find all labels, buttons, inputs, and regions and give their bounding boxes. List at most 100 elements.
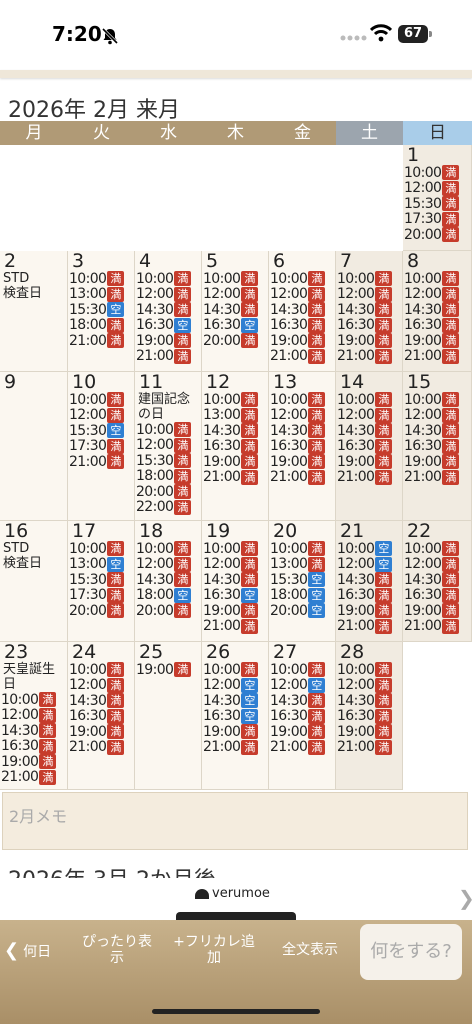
time-slot[interactable]: 16:30 空 [135, 317, 201, 333]
time-slot[interactable]: 10:00 満 [403, 165, 471, 181]
time-slot[interactable]: 16:30 満 [269, 317, 335, 333]
time-slot[interactable]: 12:00 満 [202, 286, 268, 302]
time-slot[interactable]: 21:00 満 [336, 469, 402, 485]
time-slot[interactable]: 20:00 満 [403, 227, 471, 243]
time-slot[interactable]: 10:00 満 [135, 541, 201, 557]
time-slot[interactable]: 19:00 満 [403, 603, 471, 619]
time-slot[interactable]: 21:00 満 [336, 739, 402, 755]
time-slot[interactable]: 12:00 満 [336, 407, 402, 423]
time-slot[interactable]: 16:30 空 [202, 587, 268, 603]
time-slot[interactable]: 10:00 満 [68, 662, 134, 678]
time-slot[interactable]: 16:30 空 [202, 317, 268, 333]
time-slot[interactable]: 22:00 満 [135, 499, 201, 515]
time-slot[interactable]: 21:00 満 [269, 348, 335, 364]
day-cell[interactable]: 10 10:00 満 12:00 満 15:30 空 17:30 満 21:00 満 [68, 372, 135, 521]
day-cell[interactable]: 2 STD 検査日 [0, 251, 68, 372]
time-slot[interactable]: 19:00 満 [202, 603, 268, 619]
time-slot[interactable]: 14:30 満 [403, 572, 471, 588]
time-slot[interactable]: 21:00 満 [336, 618, 402, 634]
time-slot[interactable]: 12:00 満 [269, 407, 335, 423]
time-slot[interactable]: 15:30 空 [68, 302, 134, 318]
time-slot[interactable]: 15:30 満 [135, 453, 201, 469]
time-slot[interactable]: 12:00 満 [403, 286, 471, 302]
time-slot[interactable]: 10:00 満 [269, 662, 335, 678]
time-slot[interactable]: 14:30 満 [403, 423, 471, 439]
chevron-right-icon[interactable]: ❯ [458, 886, 472, 910]
time-slot[interactable]: 12:00 空 [202, 677, 268, 693]
time-slot[interactable]: 12:00 満 [0, 707, 67, 723]
time-slot[interactable]: 20:00 満 [202, 333, 268, 349]
time-slot[interactable]: 10:00 満 [68, 541, 134, 557]
time-slot[interactable]: 20:00 満 [68, 603, 134, 619]
day-cell[interactable]: 15 10:00 満 12:00 満 14:30 満 16:30 満 19:00 満 21:00 満 [403, 372, 472, 521]
time-slot[interactable]: 14:30 空 [202, 693, 268, 709]
day-cell[interactable]: 5 10:00 満 12:00 満 14:30 満 16:30 空 20:00 満 [202, 251, 269, 372]
time-slot[interactable]: 10:00 満 [202, 392, 268, 408]
time-slot[interactable]: 14:30 満 [68, 693, 134, 709]
time-slot[interactable]: 12:00 満 [336, 677, 402, 693]
day-cell[interactable]: 27 10:00 満 12:00 空 14:30 満 16:30 満 19:00 満 21:00 満 [269, 642, 336, 790]
day-cell[interactable]: 26 10:00 満 12:00 空 14:30 空 16:30 空 19:00 満 21:00 満 [202, 642, 269, 790]
time-slot[interactable]: 16:30 満 [336, 587, 402, 603]
time-slot[interactable]: 16:30 満 [336, 708, 402, 724]
day-cell[interactable]: 12 10:00 満 13:00 満 14:30 満 16:30 満 19:00 満 21:00 満 [202, 372, 269, 521]
time-slot[interactable]: 14:30 満 [269, 423, 335, 439]
time-slot[interactable]: 15:30 空 [269, 572, 335, 588]
time-slot[interactable]: 15:30 満 [68, 572, 134, 588]
time-slot[interactable]: 18:00 満 [135, 468, 201, 484]
time-slot[interactable]: 19:00 満 [336, 454, 402, 470]
time-slot[interactable]: 19:00 満 [202, 454, 268, 470]
time-slot[interactable]: 19:00 満 [336, 603, 402, 619]
time-slot[interactable]: 21:00 満 [135, 348, 201, 364]
time-slot[interactable]: 19:00 満 [403, 454, 471, 470]
time-slot[interactable]: 19:00 満 [269, 333, 335, 349]
time-slot[interactable]: 13:00 満 [202, 407, 268, 423]
day-cell[interactable]: 24 10:00 満 12:00 満 14:30 満 16:30 満 19:00 満 21:00 満 [68, 642, 135, 790]
time-slot[interactable]: 10:00 満 [269, 541, 335, 557]
time-slot[interactable]: 21:00 満 [202, 739, 268, 755]
time-slot[interactable]: 21:00 満 [0, 769, 67, 785]
day-cell[interactable]: 13 10:00 満 12:00 満 14:30 満 16:30 満 19:00 満 21:00 満 [269, 372, 336, 521]
time-slot[interactable]: 21:00 満 [68, 333, 134, 349]
day-cell[interactable]: 25 19:00 満 [135, 642, 202, 790]
memo-field[interactable]: 2月メモ [2, 792, 468, 850]
time-slot[interactable]: 21:00 満 [403, 469, 471, 485]
add-furigana-button[interactable]: +フリカレ追加 [170, 934, 258, 966]
time-slot[interactable]: 14:30 満 [269, 693, 335, 709]
time-slot[interactable]: 10:00 満 [403, 392, 471, 408]
time-slot[interactable]: 16:30 満 [269, 438, 335, 454]
time-slot[interactable]: 12:00 満 [135, 286, 201, 302]
time-slot[interactable]: 14:30 満 [135, 572, 201, 588]
action-input[interactable]: 何をする? [360, 924, 462, 980]
time-slot[interactable]: 19:00 満 [202, 724, 268, 740]
time-slot[interactable]: 14:30 満 [336, 572, 402, 588]
time-slot[interactable]: 21:00 満 [269, 469, 335, 485]
time-slot[interactable]: 12:00 空 [269, 677, 335, 693]
time-slot[interactable]: 17:30 満 [68, 438, 134, 454]
time-slot[interactable]: 18:00 空 [135, 587, 201, 603]
day-cell[interactable]: 6 10:00 満 12:00 満 14:30 満 16:30 満 19:00 満 21:00 満 [269, 251, 336, 372]
time-slot[interactable]: 10:00 満 [336, 662, 402, 678]
time-slot[interactable]: 10:00 満 [269, 271, 335, 287]
time-slot[interactable]: 16:30 満 [202, 438, 268, 454]
time-slot[interactable]: 14:30 満 [336, 302, 402, 318]
time-slot[interactable]: 14:30 満 [202, 572, 268, 588]
time-slot[interactable]: 19:00 満 [403, 333, 471, 349]
time-slot[interactable]: 16:30 満 [269, 708, 335, 724]
time-slot[interactable]: 14:30 満 [403, 302, 471, 318]
time-slot[interactable]: 10:00 満 [403, 271, 471, 287]
time-slot[interactable]: 12:00 満 [403, 180, 471, 196]
time-slot[interactable]: 14:30 満 [336, 693, 402, 709]
time-slot[interactable]: 16:30 満 [403, 317, 471, 333]
fit-display-button[interactable]: ぴったり表示 [80, 934, 154, 966]
day-cell[interactable]: 18 10:00 満 12:00 満 14:30 満 18:00 空 20:00 満 [135, 521, 202, 642]
time-slot[interactable]: 21:00 満 [269, 739, 335, 755]
time-slot[interactable]: 13:00 満 [68, 286, 134, 302]
time-slot[interactable]: 19:00 満 [0, 754, 67, 770]
time-slot[interactable]: 10:00 満 [202, 662, 268, 678]
time-slot[interactable]: 20:00 満 [135, 484, 201, 500]
time-slot[interactable]: 12:00 満 [68, 407, 134, 423]
time-slot[interactable]: 20:00 空 [269, 603, 335, 619]
day-cell[interactable]: 14 10:00 満 12:00 満 14:30 満 16:30 満 19:00 満 21:00 満 [336, 372, 403, 521]
day-cell[interactable]: 1 10:00 満 12:00 満 15:30 満 17:30 満 20:00 満 [403, 145, 472, 251]
